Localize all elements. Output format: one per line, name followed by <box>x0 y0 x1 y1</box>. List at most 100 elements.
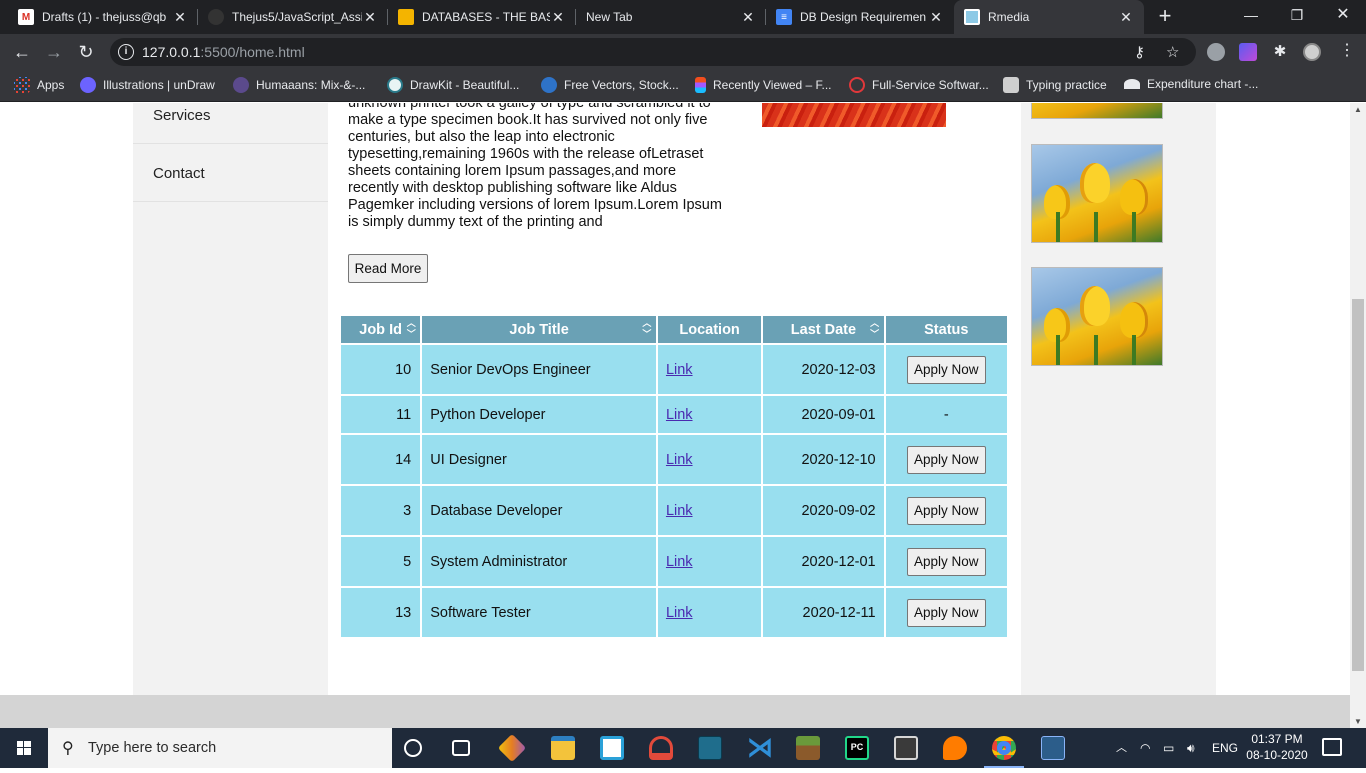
table-row: 5 System Administrator Link 2020-12-01 A… <box>341 537 1007 586</box>
bookmark-vecteezy[interactable]: Free Vectors, Stock... <box>541 77 679 93</box>
tray-chevron-icon[interactable]: ︿ <box>1116 728 1127 768</box>
location-link[interactable]: Link <box>666 503 693 519</box>
column-header-last-date[interactable]: Last Date ︿ ﹀ <box>763 316 884 343</box>
figma-icon <box>695 77 706 93</box>
restore-button[interactable]: ❐ <box>1274 0 1320 30</box>
scroll-down-arrow[interactable]: ▼ <box>1350 717 1366 726</box>
reload-button[interactable]: ↻ <box>74 40 98 64</box>
bookmark-figma[interactable]: Recently Viewed – F... <box>695 77 832 93</box>
table-row: 11 Python Developer Link 2020-09-01 - <box>341 396 1007 433</box>
apply-now-button[interactable]: Apply Now <box>907 598 986 627</box>
extension-cloud-icon[interactable] <box>1207 43 1225 61</box>
system-clock[interactable]: 01:37 PM 08-10-2020 <box>1242 731 1312 763</box>
tab-gmail[interactable]: M Drafts (1) - thejuss@qb ✕ <box>8 0 198 34</box>
close-icon[interactable]: ✕ <box>172 9 188 26</box>
header-label: Job Title <box>509 321 569 338</box>
mysql-workbench-icon[interactable] <box>1041 736 1065 760</box>
bookmark-typing[interactable]: Typing practice <box>1003 77 1107 93</box>
header-label: Location <box>679 321 740 338</box>
file-explorer-icon[interactable] <box>551 736 575 760</box>
q-icon <box>849 77 865 93</box>
read-more-button[interactable]: Read More <box>348 254 428 283</box>
status-cell: Apply Now <box>885 435 1007 484</box>
star-icon[interactable]: ☆ <box>1166 43 1179 61</box>
minimize-button[interactable]: — <box>1228 0 1274 30</box>
address-bar[interactable]: i 127.0.0.1:5500/home.html ⚷ ☆ <box>110 38 1196 66</box>
minecraft-icon[interactable] <box>796 736 820 760</box>
bookmark-humaaans[interactable]: Humaaans: Mix-&-... <box>233 77 365 93</box>
pycharm-icon[interactable]: PC <box>845 736 869 760</box>
back-button[interactable]: ← <box>10 40 34 64</box>
key-icon[interactable]: ⚷ <box>1134 43 1145 61</box>
window-close-button[interactable]: ✕ <box>1320 0 1366 30</box>
ai-app-icon[interactable] <box>943 736 967 760</box>
apply-now-button[interactable]: Apply Now <box>907 496 986 525</box>
gmail-icon: M <box>18 9 34 25</box>
notification-icon[interactable] <box>1322 738 1342 756</box>
tab-docs[interactable]: ≡ DB Design Requiremen ✕ <box>766 0 954 34</box>
table-row: 3 Database Developer Link 2020-09-02 App… <box>341 486 1007 535</box>
profile-avatar[interactable] <box>1303 43 1321 61</box>
scroll-up-arrow[interactable]: ▲ <box>1350 105 1366 114</box>
tab-new-tab[interactable]: New Tab ✕ <box>576 0 766 34</box>
task-view-icon[interactable] <box>452 740 470 756</box>
apply-now-button[interactable]: Apply Now <box>907 547 986 576</box>
battery-icon[interactable]: ▭ <box>1163 728 1174 768</box>
jobs-table: Job Id ︿ ﹀ Job Title ︿ ﹀ Location Last Date ︿… <box>339 314 1009 639</box>
sort-icon[interactable]: ︿ ﹀ <box>641 318 653 340</box>
tab-github[interactable]: Thejus5/JavaScript_Assi ✕ <box>198 0 388 34</box>
tab-slides[interactable]: DATABASES - THE BASI ✕ <box>388 0 576 34</box>
close-icon[interactable]: ✕ <box>740 9 756 26</box>
new-tab-button[interactable]: + <box>1152 4 1178 30</box>
location-link[interactable]: Link <box>666 407 693 423</box>
taskbar-search-box[interactable]: ⚲ Type here to search <box>48 728 392 768</box>
bookmark-drawkit[interactable]: DrawKit - Beautiful... <box>387 77 519 93</box>
bookmark-expenditure[interactable]: Expenditure chart -... <box>1124 77 1258 91</box>
nav-item-services[interactable]: Services <box>133 103 328 144</box>
location-link[interactable]: Link <box>666 605 693 621</box>
location-link[interactable]: Link <box>666 362 693 378</box>
sort-icon[interactable]: ︿ ﹀ <box>405 318 417 340</box>
close-icon[interactable]: ✕ <box>1118 9 1134 26</box>
location-link[interactable]: Link <box>666 452 693 468</box>
bracket-app-icon[interactable] <box>600 736 624 760</box>
puzzle-icon[interactable]: ✱ <box>1271 43 1289 61</box>
extension-color-icon[interactable] <box>1239 43 1257 61</box>
bookmark-label: Illustrations | unDraw <box>103 78 215 92</box>
wifi-icon[interactable]: ◠ <box>1140 728 1150 768</box>
close-icon[interactable]: ✕ <box>928 9 944 26</box>
language-indicator[interactable]: ENG <box>1212 728 1238 768</box>
headset-icon[interactable] <box>649 736 673 760</box>
last-date-cell: 2020-09-01 <box>763 396 884 433</box>
cortana-icon[interactable] <box>404 739 422 757</box>
humaaans-icon <box>233 77 249 93</box>
column-header-job-id[interactable]: Job Id ︿ ﹀ <box>341 316 421 343</box>
vscode-icon[interactable]: ⋊ <box>747 734 773 760</box>
sort-icon[interactable]: ︿ ﹀ <box>869 318 881 340</box>
close-icon[interactable]: ✕ <box>550 9 566 26</box>
undraw-icon <box>80 77 96 93</box>
bookmark-apps[interactable]: Apps <box>14 77 64 93</box>
table-header-row: Job Id ︿ ﹀ Job Title ︿ ﹀ Location Last Date ︿… <box>341 316 1007 343</box>
info-icon[interactable]: i <box>118 44 134 60</box>
terminal-icon[interactable] <box>698 736 722 760</box>
tab-rmedia[interactable]: Rmedia ✕ <box>954 0 1144 34</box>
page-viewport: Services Contact unknown printer took a … <box>0 103 1350 695</box>
column-header-job-title[interactable]: Job Title ︿ ﹀ <box>422 316 656 343</box>
unity-icon[interactable] <box>894 736 918 760</box>
nav-item-contact[interactable]: Contact <box>133 144 328 202</box>
start-button[interactable] <box>0 728 48 768</box>
location-link[interactable]: Link <box>666 554 693 570</box>
bookmark-undraw[interactable]: Illustrations | unDraw <box>80 77 215 93</box>
forward-button[interactable]: → <box>42 40 66 64</box>
volume-icon[interactable]: 🔊︎ <box>1187 728 1195 768</box>
scroll-thumb[interactable] <box>1352 299 1364 671</box>
menu-dots-icon[interactable]: ⋮ <box>1338 43 1356 61</box>
apply-now-button[interactable]: Apply Now <box>907 355 986 384</box>
apply-now-button[interactable]: Apply Now <box>907 445 986 474</box>
bookmark-software[interactable]: Full-Service Softwar... <box>849 77 989 93</box>
page-scrollbar[interactable]: ▲ ▼ <box>1350 103 1366 728</box>
git-icon[interactable] <box>497 733 527 763</box>
chrome-icon[interactable] <box>992 736 1016 760</box>
close-icon[interactable]: ✕ <box>362 9 378 26</box>
